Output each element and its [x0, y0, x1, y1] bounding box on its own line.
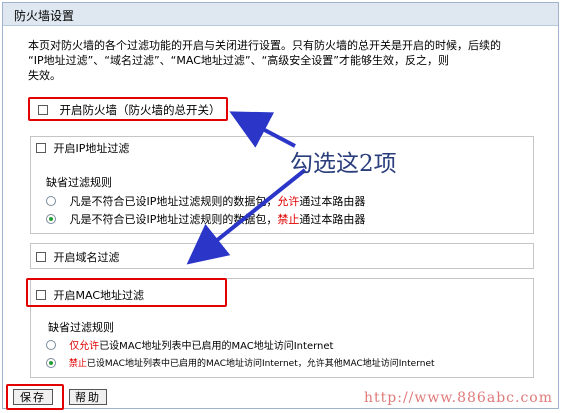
arrow-to-mac-filter: [186, 168, 307, 265]
annotation-arrows: [186, 111, 307, 265]
arrow-to-master-switch: [229, 111, 296, 148]
annotation-text: 勾选这2项: [290, 151, 397, 177]
watermark: http://www.886abc.com: [364, 390, 553, 406]
